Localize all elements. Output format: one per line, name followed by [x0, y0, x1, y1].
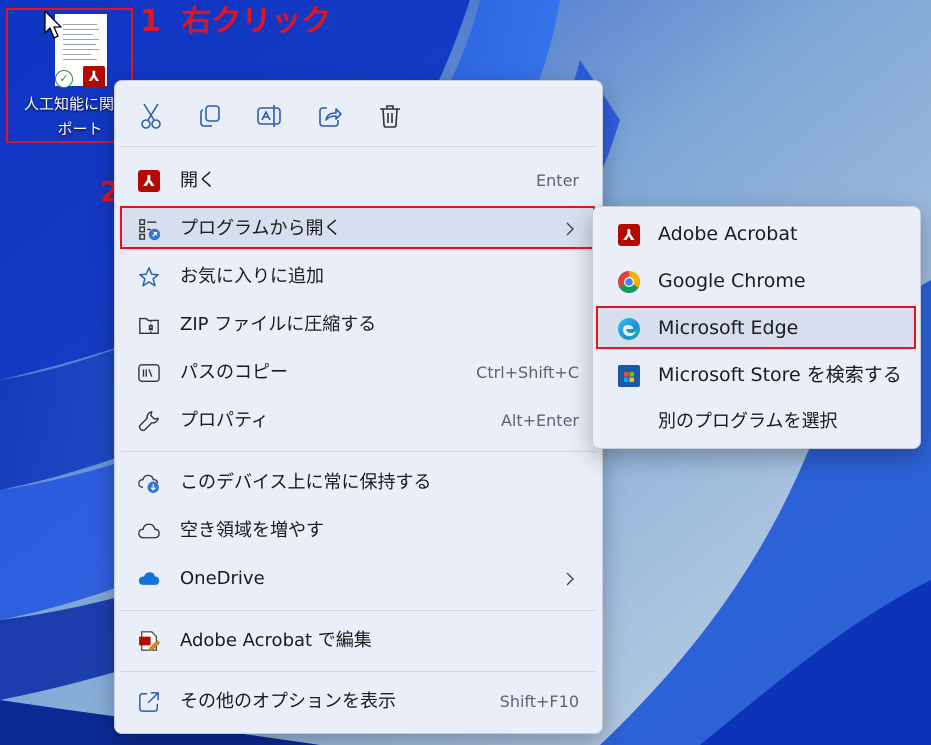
submenu-item-choose-another-app[interactable]: 別のプログラムを選択 [597, 400, 916, 444]
more-options-icon [139, 692, 159, 712]
submenu-item-adobe-acrobat[interactable]: ⅄ Adobe Acrobat [597, 212, 916, 256]
menu-item-label: プロパティ [180, 410, 269, 431]
copy-button[interactable] [196, 102, 224, 130]
menu-item-shortcut: Shift+F10 [499, 692, 579, 711]
context-menu: ⅄ 開く Enter プログラムから開く お気に入りに追加 ZIP ファイルに圧… [114, 80, 603, 734]
cloud-icon [138, 523, 160, 539]
step1-number: 1 [140, 4, 161, 39]
menu-separator [121, 671, 596, 672]
step3-highlight-box [596, 306, 916, 349]
cloud-download-icon [138, 474, 159, 493]
menu-item-label: その他のオプションを表示 [180, 691, 396, 712]
step1-annotation: 1 右クリック [140, 2, 331, 42]
menu-item-more-options[interactable]: その他のオプションを表示 Shift+F10 [122, 680, 595, 724]
submenu-item-label: Adobe Acrobat [658, 223, 798, 245]
context-menu-toolbar [115, 81, 602, 146]
menu-item-copy-path[interactable]: パスのコピー Ctrl+Shift+C [122, 351, 595, 395]
menu-item-compress-zip[interactable]: ZIP ファイルに圧縮する [122, 303, 595, 347]
copy-path-icon [138, 364, 160, 382]
acrobat-pdf-icon: ⅄ [618, 224, 640, 246]
chrome-icon [618, 271, 640, 293]
rename-icon [257, 105, 281, 127]
mouse-cursor-icon [44, 10, 62, 39]
chevron-right-icon [566, 572, 574, 586]
submenu-item-label: 別のプログラムを選択 [658, 411, 838, 432]
onedrive-icon [138, 572, 160, 585]
acrobat-edit-icon [139, 631, 160, 651]
menu-separator [121, 451, 596, 452]
star-icon [139, 267, 159, 287]
delete-icon [380, 105, 400, 128]
submenu-item-google-chrome[interactable]: Google Chrome [597, 259, 916, 303]
menu-item-label: 開く [180, 170, 216, 191]
cut-button[interactable] [137, 102, 165, 130]
share-icon [319, 107, 342, 127]
menu-item-shortcut: Alt+Enter [500, 411, 579, 430]
submenu-item-label: Microsoft Store を検索する [658, 364, 902, 386]
submenu-item-microsoft-store[interactable]: Microsoft Store を検索する [597, 353, 916, 397]
menu-item-onedrive[interactable]: OneDrive [122, 557, 595, 601]
menu-item-label: OneDrive [180, 568, 265, 589]
zip-icon [139, 317, 159, 334]
wrench-icon [138, 411, 159, 432]
menu-item-open[interactable]: ⅄ 開く Enter [122, 159, 595, 203]
delete-button[interactable] [376, 102, 404, 130]
share-button[interactable] [316, 102, 344, 130]
menu-item-add-favorites[interactable]: お気に入りに追加 [122, 255, 595, 299]
step1-text: 右クリック [181, 4, 332, 39]
toolbar-separator [121, 146, 596, 147]
menu-item-shortcut: Enter [536, 171, 579, 190]
submenu-item-label: Google Chrome [658, 270, 806, 292]
menu-item-label: お気に入りに追加 [180, 266, 324, 287]
menu-item-keep-on-device[interactable]: このデバイス上に常に保持する [122, 461, 595, 505]
acrobat-pdf-icon: ⅄ [138, 170, 160, 192]
menu-item-label: ZIP ファイルに圧縮する [180, 314, 377, 335]
menu-item-label: Adobe Acrobat で編集 [180, 630, 372, 651]
menu-item-free-up-space[interactable]: 空き領域を増やす [122, 509, 595, 553]
menu-item-label: このデバイス上に常に保持する [180, 472, 432, 493]
step2-highlight-box [120, 206, 595, 249]
rename-button[interactable] [256, 102, 284, 130]
menu-item-label: パスのコピー [180, 362, 288, 383]
cut-icon [141, 103, 161, 129]
copy-icon [200, 105, 220, 127]
menu-item-label: 空き領域を増やす [180, 520, 324, 541]
store-icon [618, 365, 640, 387]
menu-item-shortcut: Ctrl+Shift+C [476, 363, 579, 382]
menu-separator [121, 610, 596, 611]
menu-item-properties[interactable]: プロパティ Alt+Enter [122, 399, 595, 443]
menu-item-edit-acrobat[interactable]: Adobe Acrobat で編集 [122, 619, 595, 663]
